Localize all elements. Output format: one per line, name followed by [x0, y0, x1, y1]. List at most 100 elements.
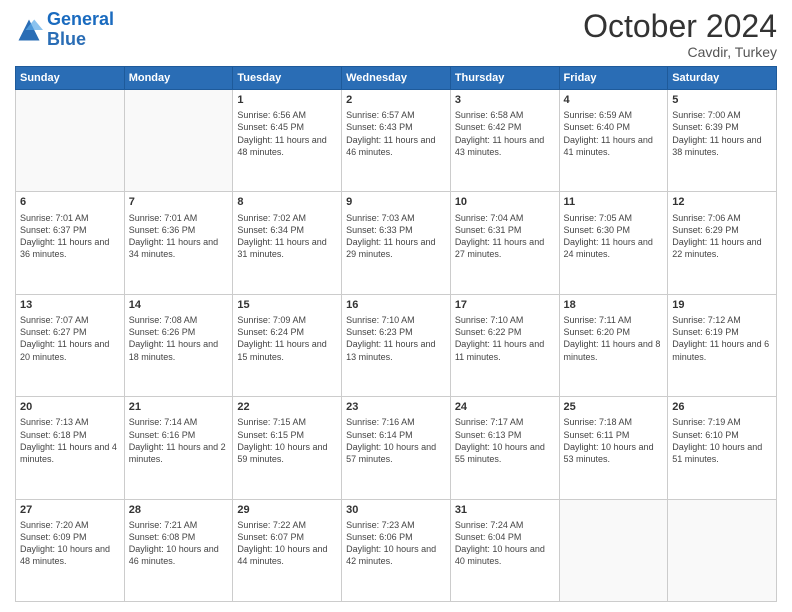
calendar-cell: 12 Sunrise: 7:06 AM Sunset: 6:29 PM Dayli… [668, 192, 777, 294]
day-number: 29 [237, 503, 337, 517]
calendar-cell [668, 499, 777, 601]
calendar-cell: 14 Sunrise: 7:08 AM Sunset: 6:26 PM Dayli… [124, 294, 233, 396]
day-info: Sunrise: 7:05 AM Sunset: 6:30 PM Dayligh… [564, 212, 664, 261]
calendar-cell: 30Sunrise: 7:23 AM Sunset: 6:06 PM Dayli… [342, 499, 451, 601]
day-number: 18 [564, 298, 664, 312]
day-number: 12 [672, 195, 772, 209]
calendar-cell: 8Sunrise: 7:02 AM Sunset: 6:34 PM Daylig… [233, 192, 342, 294]
day-number: 9 [346, 195, 446, 209]
day-info: Sunrise: 7:20 AM Sunset: 6:09 PM Dayligh… [20, 519, 120, 568]
logo: General Blue [15, 10, 114, 50]
day-number: 15 [237, 298, 337, 312]
day-number: 4 [564, 93, 664, 107]
calendar-cell: 21 Sunrise: 7:14 AM Sunset: 6:16 PM Dayli… [124, 397, 233, 499]
day-number: 26 [672, 400, 772, 414]
calendar-cell: 5Sunrise: 7:00 AM Sunset: 6:39 PM Daylig… [668, 90, 777, 192]
logo-icon [15, 16, 43, 44]
day-info: Sunrise: 6:59 AM Sunset: 6:40 PM Dayligh… [564, 109, 664, 158]
day-number: 27 [20, 503, 120, 517]
calendar-cell: 3 Sunrise: 6:58 AM Sunset: 6:42 PM Daylig… [450, 90, 559, 192]
calendar-cell: 29 Sunrise: 7:22 AM Sunset: 6:07 PM Dayli… [233, 499, 342, 601]
day-info: Sunrise: 7:16 AM Sunset: 6:14 PM Dayligh… [346, 416, 446, 465]
day-info: Sunrise: 7:06 AM Sunset: 6:29 PM Dayligh… [672, 212, 772, 261]
day-info: Sunrise: 7:17 AM Sunset: 6:13 PM Dayligh… [455, 416, 555, 465]
day-info: Sunrise: 7:04 AM Sunset: 6:31 PM Dayligh… [455, 212, 555, 261]
day-number: 24 [455, 400, 555, 414]
day-number: 31 [455, 503, 555, 517]
calendar-table: SundayMondayTuesdayWednesdayThursdayFrid… [15, 66, 777, 602]
day-number: 3 [455, 93, 555, 107]
week-row-5: 27 Sunrise: 7:20 AM Sunset: 6:09 PM Dayli… [16, 499, 777, 601]
day-info: Sunrise: 7:12 AM Sunset: 6:19 PM Dayligh… [672, 314, 772, 363]
day-number: 14 [129, 298, 229, 312]
day-info: Sunrise: 7:23 AM Sunset: 6:06 PM Dayligh… [346, 519, 446, 568]
location: Cavdir, Turkey [583, 44, 777, 60]
calendar-cell: 17Sunrise: 7:10 AM Sunset: 6:22 PM Dayli… [450, 294, 559, 396]
calendar-cell: 24 Sunrise: 7:17 AM Sunset: 6:13 PM Dayli… [450, 397, 559, 499]
month-title: October 2024 [583, 10, 777, 42]
calendar-cell: 10Sunrise: 7:04 AM Sunset: 6:31 PM Dayli… [450, 192, 559, 294]
calendar-cell [124, 90, 233, 192]
calendar-cell: 6 Sunrise: 7:01 AM Sunset: 6:37 PM Daylig… [16, 192, 125, 294]
week-row-2: 6 Sunrise: 7:01 AM Sunset: 6:37 PM Daylig… [16, 192, 777, 294]
day-number: 23 [346, 400, 446, 414]
day-info: Sunrise: 7:01 AM Sunset: 6:37 PM Dayligh… [20, 212, 120, 261]
logo-text: General Blue [47, 10, 114, 50]
day-info: Sunrise: 7:08 AM Sunset: 6:26 PM Dayligh… [129, 314, 229, 363]
day-info: Sunrise: 7:15 AM Sunset: 6:15 PM Dayligh… [237, 416, 337, 465]
day-info: Sunrise: 7:10 AM Sunset: 6:23 PM Dayligh… [346, 314, 446, 363]
day-number: 8 [237, 195, 337, 209]
day-number: 6 [20, 195, 120, 209]
calendar-cell: 27 Sunrise: 7:20 AM Sunset: 6:09 PM Dayli… [16, 499, 125, 601]
calendar-cell: 31 Sunrise: 7:24 AM Sunset: 6:04 PM Dayli… [450, 499, 559, 601]
day-info: Sunrise: 7:09 AM Sunset: 6:24 PM Dayligh… [237, 314, 337, 363]
day-info: Sunrise: 7:07 AM Sunset: 6:27 PM Dayligh… [20, 314, 120, 363]
day-number: 13 [20, 298, 120, 312]
day-info: Sunrise: 7:01 AM Sunset: 6:36 PM Dayligh… [129, 212, 229, 261]
day-info: Sunrise: 7:22 AM Sunset: 6:07 PM Dayligh… [237, 519, 337, 568]
calendar-cell: 18Sunrise: 7:11 AM Sunset: 6:20 PM Dayli… [559, 294, 668, 396]
calendar-cell: 11 Sunrise: 7:05 AM Sunset: 6:30 PM Dayli… [559, 192, 668, 294]
calendar-header-thursday: Thursday [450, 67, 559, 90]
calendar-cell: 13 Sunrise: 7:07 AM Sunset: 6:27 PM Dayli… [16, 294, 125, 396]
day-number: 1 [237, 93, 337, 107]
day-info: Sunrise: 7:03 AM Sunset: 6:33 PM Dayligh… [346, 212, 446, 261]
logo-line1: General [47, 9, 114, 29]
day-info: Sunrise: 7:14 AM Sunset: 6:16 PM Dayligh… [129, 416, 229, 465]
calendar-cell: 15 Sunrise: 7:09 AM Sunset: 6:24 PM Dayli… [233, 294, 342, 396]
title-area: October 2024 Cavdir, Turkey [583, 10, 777, 60]
calendar-cell: 22Sunrise: 7:15 AM Sunset: 6:15 PM Dayli… [233, 397, 342, 499]
logo-line2: Blue [47, 29, 86, 49]
calendar-header-friday: Friday [559, 67, 668, 90]
day-info: Sunrise: 7:13 AM Sunset: 6:18 PM Dayligh… [20, 416, 120, 465]
calendar-header-saturday: Saturday [668, 67, 777, 90]
calendar-cell: 28Sunrise: 7:21 AM Sunset: 6:08 PM Dayli… [124, 499, 233, 601]
day-info: Sunrise: 7:21 AM Sunset: 6:08 PM Dayligh… [129, 519, 229, 568]
day-number: 21 [129, 400, 229, 414]
day-info: Sunrise: 7:24 AM Sunset: 6:04 PM Dayligh… [455, 519, 555, 568]
calendar-cell: 16Sunrise: 7:10 AM Sunset: 6:23 PM Dayli… [342, 294, 451, 396]
calendar-cell: 4 Sunrise: 6:59 AM Sunset: 6:40 PM Daylig… [559, 90, 668, 192]
week-row-1: 1 Sunrise: 6:56 AM Sunset: 6:45 PM Daylig… [16, 90, 777, 192]
page: General Blue October 2024 Cavdir, Turkey… [0, 0, 792, 612]
day-info: Sunrise: 7:19 AM Sunset: 6:10 PM Dayligh… [672, 416, 772, 465]
day-number: 17 [455, 298, 555, 312]
day-info: Sunrise: 7:18 AM Sunset: 6:11 PM Dayligh… [564, 416, 664, 465]
calendar-cell [559, 499, 668, 601]
day-info: Sunrise: 6:56 AM Sunset: 6:45 PM Dayligh… [237, 109, 337, 158]
calendar-header-sunday: Sunday [16, 67, 125, 90]
calendar-cell: 25Sunrise: 7:18 AM Sunset: 6:11 PM Dayli… [559, 397, 668, 499]
calendar-cell: 7Sunrise: 7:01 AM Sunset: 6:36 PM Daylig… [124, 192, 233, 294]
week-row-4: 20 Sunrise: 7:13 AM Sunset: 6:18 PM Dayli… [16, 397, 777, 499]
day-number: 11 [564, 195, 664, 209]
calendar-cell: 9 Sunrise: 7:03 AM Sunset: 6:33 PM Daylig… [342, 192, 451, 294]
calendar-header-tuesday: Tuesday [233, 67, 342, 90]
calendar-cell: 26 Sunrise: 7:19 AM Sunset: 6:10 PM Dayli… [668, 397, 777, 499]
day-number: 20 [20, 400, 120, 414]
day-info: Sunrise: 6:58 AM Sunset: 6:42 PM Dayligh… [455, 109, 555, 158]
day-number: 2 [346, 93, 446, 107]
calendar-header-wednesday: Wednesday [342, 67, 451, 90]
header: General Blue October 2024 Cavdir, Turkey [15, 10, 777, 60]
day-info: Sunrise: 6:57 AM Sunset: 6:43 PM Dayligh… [346, 109, 446, 158]
day-number: 5 [672, 93, 772, 107]
